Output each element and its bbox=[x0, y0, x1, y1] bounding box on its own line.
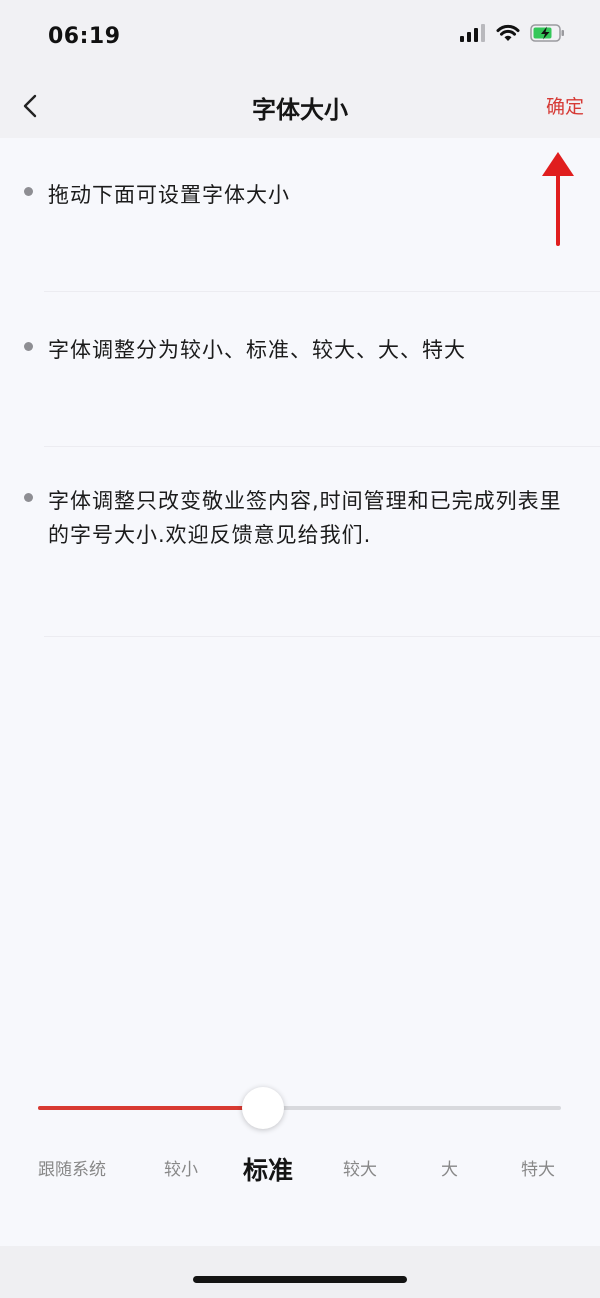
divider bbox=[44, 291, 600, 292]
size-option-large[interactable]: 大 bbox=[441, 1155, 458, 1180]
tip-item: 字体调整分为较小、标准、较大、大、特大 bbox=[24, 333, 576, 367]
bottom-area bbox=[0, 1246, 600, 1298]
status-icons bbox=[460, 24, 566, 42]
wifi-icon bbox=[496, 24, 520, 41]
content-area: 拖动下面可设置字体大小 字体调整分为较小、标准、较大、大、特大 字体调整只改变敬… bbox=[0, 138, 600, 1246]
home-indicator[interactable] bbox=[193, 1276, 407, 1283]
status-bar: 06:19 bbox=[0, 0, 600, 78]
tip-text: 字体调整只改变敬业签内容,时间管理和已完成列表里的字号大小.欢迎反馈意见给我们. bbox=[48, 489, 562, 547]
size-option-standard[interactable]: 标准 bbox=[243, 1151, 293, 1187]
slider-thumb[interactable] bbox=[241, 1087, 284, 1129]
bullet-dot bbox=[24, 187, 33, 196]
size-option-follow-system[interactable]: 跟随系统 bbox=[38, 1155, 106, 1180]
font-size-slider[interactable] bbox=[38, 1087, 561, 1129]
divider bbox=[44, 446, 600, 447]
bullet-dot bbox=[24, 493, 33, 502]
size-option-extra-large[interactable]: 特大 bbox=[521, 1155, 555, 1180]
slider-fill bbox=[38, 1106, 263, 1110]
confirm-button[interactable]: 确定 bbox=[546, 92, 584, 119]
bullet-dot bbox=[24, 342, 33, 351]
page-title: 字体大小 bbox=[252, 96, 348, 124]
battery-charging-icon bbox=[530, 24, 564, 42]
cellular-signal-icon bbox=[460, 24, 485, 42]
tip-item: 拖动下面可设置字体大小 bbox=[24, 178, 576, 212]
tip-item: 字体调整只改变敬业签内容,时间管理和已完成列表里的字号大小.欢迎反馈意见给我们. bbox=[24, 484, 576, 552]
status-time: 06:19 bbox=[48, 24, 121, 49]
tip-text: 拖动下面可设置字体大小 bbox=[48, 183, 290, 207]
size-option-small[interactable]: 较小 bbox=[164, 1155, 198, 1180]
annotation-arrow-icon bbox=[542, 152, 574, 246]
size-option-larger[interactable]: 较大 bbox=[343, 1155, 377, 1180]
navigation-bar: 字体大小 确定 bbox=[0, 78, 600, 138]
tip-text: 字体调整分为较小、标准、较大、大、特大 bbox=[48, 338, 466, 362]
divider bbox=[44, 636, 600, 637]
